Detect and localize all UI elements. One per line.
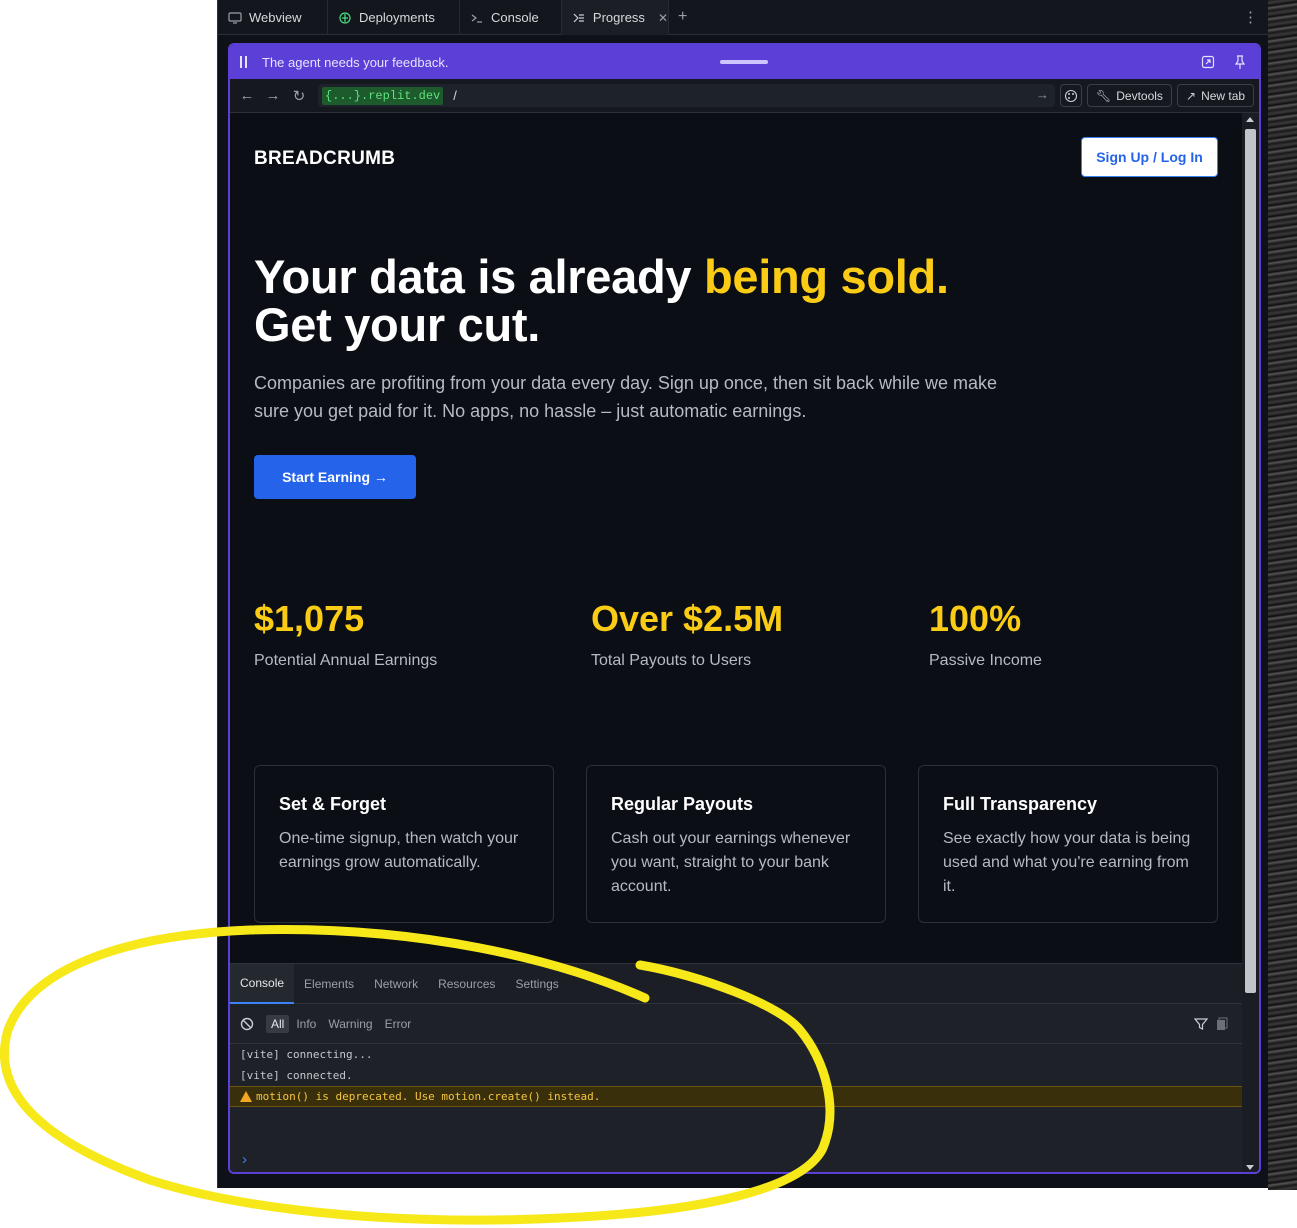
screenshot-stage: Webview Deployments Console Progress ✕ +… [0,0,1297,1228]
start-earning-button[interactable]: Start Earning → [254,455,416,499]
feedback-bar: The agent needs your feedback. [230,45,1259,79]
tab-console[interactable]: Console [460,0,562,35]
warning-icon [240,1091,252,1102]
filter-all[interactable]: All [266,1014,290,1033]
console-prompt-icon[interactable]: › [242,1151,247,1168]
filter-warning[interactable]: Warning [323,1015,377,1033]
tab-label: Deployments [359,10,435,25]
feature-card-set-forget: Set & Forget One-time signup, then watch… [254,765,554,923]
new-tab-label: New tab [1201,88,1246,103]
brand-logo[interactable]: BREADCRUMB [254,148,395,170]
wrench-icon: 🔧︎ [1096,88,1112,103]
devtools-tab-elements[interactable]: Elements [294,964,364,1004]
viewport-scrollbar[interactable] [1242,113,1259,1172]
stat-annual-earnings: $1,075 Potential Annual Earnings [254,598,437,670]
url-input[interactable]: {...}.replit.dev / → [318,84,1055,107]
ide-tab-bar: Webview Deployments Console Progress ✕ +… [218,0,1268,35]
hero-headline: Your data is already being sold. [254,249,949,304]
card-text: One-time signup, then watch your earning… [279,830,519,871]
url-host: {...}.replit.dev [322,86,444,105]
deployments-icon [339,11,351,24]
stat-value: $1,075 [254,598,365,639]
hero-headline-line2: Get your cut. [254,298,540,351]
scroll-up-arrow-icon[interactable] [1246,117,1254,122]
filter-info[interactable]: Info [291,1015,321,1033]
browser-url-bar: ← → ↻ {...}.replit.dev / → 🔧︎ Devtools ↗ [230,79,1259,113]
stat-total-payouts: Over $2.5M Total Payouts to Users [591,598,783,670]
feature-card-transparency: Full Transparency See exactly how your d… [918,765,1218,923]
console-log-line: [vite] connecting... [240,1048,373,1061]
stat-label: Passive Income [929,652,1042,669]
stat-label: Total Payouts to Users [591,652,752,669]
monitor-icon [228,11,242,24]
close-icon[interactable]: ✕ [658,11,668,25]
ide-window: Webview Deployments Console Progress ✕ +… [217,0,1268,1188]
filter-error[interactable]: Error [380,1015,417,1033]
go-arrow-icon[interactable]: → [1036,87,1049,102]
stat-value: Over $2.5M [591,598,784,639]
warning-text: motion() is deprecated. Use motion.creat… [256,1090,601,1103]
card-text: See exactly how your data is being used … [943,830,1191,895]
console-log-line: [vite] connected. [240,1069,353,1082]
clear-console-icon[interactable] [240,1017,254,1031]
pause-icon[interactable] [240,56,250,68]
signup-login-button[interactable]: Sign Up / Log In [1081,137,1218,177]
pin-icon[interactable] [1233,54,1247,70]
scroll-down-arrow-icon[interactable] [1246,1165,1254,1170]
copy-icon[interactable] [1216,1017,1228,1031]
tab-label: Webview [249,10,302,25]
devtools-tab-settings[interactable]: Settings [505,964,568,1004]
background-texture [1268,0,1297,1190]
card-title: Full Transparency [943,794,1098,814]
new-tab-button[interactable]: ↗ New tab [1177,84,1255,107]
funnel-icon[interactable] [1194,1017,1208,1031]
external-link-icon: ↗ [1186,88,1197,103]
card-text: Cash out your earnings whenever you want… [611,830,851,895]
stat-passive-income: 100% Passive Income [929,598,1042,670]
webview-panel: The agent needs your feedback. ← → ↻ {..… [228,43,1261,1174]
hero-headline-highlight: being sold. [703,250,949,303]
feature-card-regular-payouts: Regular Payouts Cash out your earnings w… [586,765,886,923]
back-arrow-icon[interactable]: ← [234,84,260,108]
tab-label: Progress [592,10,645,25]
card-title: Set & Forget [279,794,387,814]
console-filter-row: All Info Warning Error [230,1004,1242,1044]
url-path: / [453,88,457,103]
devtools-tab-network[interactable]: Network [364,964,428,1004]
devtools-tab-resources[interactable]: Resources [428,964,505,1004]
stat-value: 100% [929,598,1022,639]
devtools-panel: Console Elements Network Resources Setti… [230,963,1242,1172]
hero-headline-prefix: Your data is already [254,250,704,303]
more-options-icon[interactable]: ⋮ [1243,8,1258,26]
feedback-message: The agent needs your feedback. [262,54,449,70]
reload-icon[interactable]: ↻ [286,84,312,108]
card-title: Regular Payouts [611,794,754,814]
expand-icon[interactable] [1201,55,1215,69]
forward-arrow-icon[interactable]: → [260,84,286,108]
devtools-tab-console[interactable]: Console [230,963,295,1004]
console-warning-line: motion() is deprecated. Use motion.creat… [230,1086,1242,1107]
tab-webview[interactable]: Webview [218,0,328,35]
stat-label: Potential Annual Earnings [254,652,438,669]
webpage-viewport: BREADCRUMB Sign Up / Log In Your data is… [230,113,1242,963]
devtools-label: Devtools [1116,88,1163,103]
drag-handle[interactable] [720,60,768,64]
devtools-button[interactable]: 🔧︎ Devtools [1087,84,1172,107]
devtools-tabs: Console Elements Network Resources Setti… [230,963,1242,1004]
scroll-thumb[interactable] [1245,129,1256,993]
tab-label: Console [491,10,539,25]
terminal-icon [471,14,482,23]
palette-icon[interactable] [1060,84,1082,107]
tab-progress[interactable]: Progress ✕ [562,0,669,35]
tab-deployments[interactable]: Deployments [328,0,460,35]
progress-icon [573,13,584,22]
add-tab-button[interactable]: + [678,8,687,26]
hero-subtitle: Companies are profiting from your data e… [254,373,998,421]
